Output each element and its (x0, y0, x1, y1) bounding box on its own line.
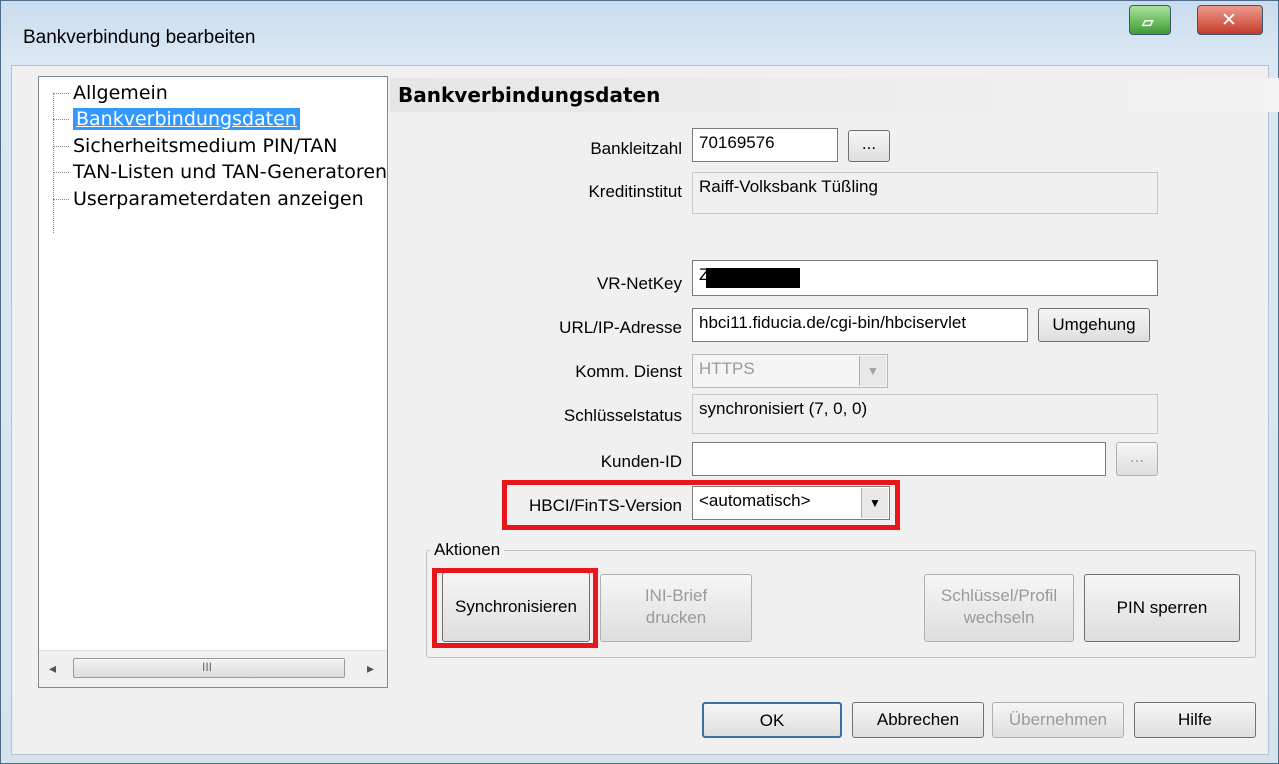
minimize-icon: ▱ (1142, 14, 1154, 31)
kreditinstitut-label: Kreditinstitut (588, 182, 682, 201)
dialog-window: Bankverbindung bearbeiten ▱ ✕ Allgemein … (0, 0, 1279, 764)
ok-button[interactable]: OK (702, 702, 842, 738)
window-title: Bankverbindung bearbeiten (23, 27, 256, 48)
dialog-client: Allgemein Bankverbindungsdaten Sicherhei… (11, 65, 1279, 755)
actions-group-label: Aktionen (430, 540, 505, 560)
dienst-select[interactable]: HTTPS ▼ (692, 354, 888, 388)
tree-item-tan-listen[interactable]: TAN-Listen und TAN-Generatoren (53, 159, 387, 185)
tree-item-bankverbindungsdaten[interactable]: Bankverbindungsdaten (53, 106, 300, 132)
bankleitzahl-label: Bankleitzahl (590, 139, 682, 158)
schluessel-profil-button[interactable]: Schlüssel/Profil wechseln (924, 574, 1074, 642)
chevron-down-icon: ▼ (859, 356, 886, 386)
minimize-button[interactable]: ▱ (1129, 5, 1171, 35)
url-input[interactable]: hbci11.fiducia.de/cgi-bin/hbciservlet (692, 308, 1028, 342)
kunden-lookup-button[interactable]: ... (1116, 442, 1158, 476)
apply-button[interactable]: Übernehmen (992, 702, 1124, 738)
bankleitzahl-lookup-button[interactable]: ... (848, 130, 890, 162)
schluessel-value: synchronisiert (7, 0, 0) (692, 394, 1158, 434)
kreditinstitut-value: Raiff-Volksbank Tüßling (692, 172, 1158, 214)
bankleitzahl-input[interactable]: 70169576 (692, 128, 838, 162)
grip-icon: III (202, 660, 213, 674)
tree-horizontal-scrollbar[interactable]: ◂ III ▸ (39, 650, 387, 687)
tree-item-allgemein[interactable]: Allgemein (53, 80, 168, 106)
pin-sperren-button[interactable]: PIN sperren (1084, 574, 1240, 642)
help-button[interactable]: Hilfe (1134, 702, 1256, 738)
redaction-mark (706, 268, 800, 288)
title-bar[interactable]: Bankverbindung bearbeiten ▱ ✕ (1, 1, 1278, 69)
netkey-label: VR-NetKey (596, 274, 682, 293)
highlight-box-version (502, 480, 900, 530)
close-icon: ✕ (1221, 9, 1237, 31)
section-title: Bankverbindungsdaten (390, 78, 1279, 112)
tree-item-userparameterdaten[interactable]: Userparameterdaten anzeigen (53, 186, 364, 212)
navigation-tree: Allgemein Bankverbindungsdaten Sicherhei… (38, 76, 388, 688)
scrollbar-thumb[interactable]: III (73, 658, 345, 678)
dienst-label: Komm. Dienst (575, 362, 682, 381)
kunden-label: Kunden-ID (600, 452, 682, 471)
tree-item-sicherheitsmedium[interactable]: Sicherheitsmedium PIN/TAN (53, 133, 338, 159)
ini-brief-button[interactable]: INI-Brief drucken (600, 574, 752, 642)
url-label: URL/IP-Adresse (559, 318, 682, 337)
highlight-box-sync (432, 568, 598, 648)
umgehung-button[interactable]: Umgehung (1038, 308, 1150, 342)
close-button[interactable]: ✕ (1197, 5, 1263, 35)
kunden-input[interactable] (692, 442, 1106, 476)
cancel-button[interactable]: Abbrechen (852, 702, 984, 738)
scroll-left-icon[interactable]: ◂ (49, 660, 56, 677)
scroll-right-icon[interactable]: ▸ (367, 660, 374, 677)
schluessel-label: Schlüsselstatus (563, 406, 682, 425)
